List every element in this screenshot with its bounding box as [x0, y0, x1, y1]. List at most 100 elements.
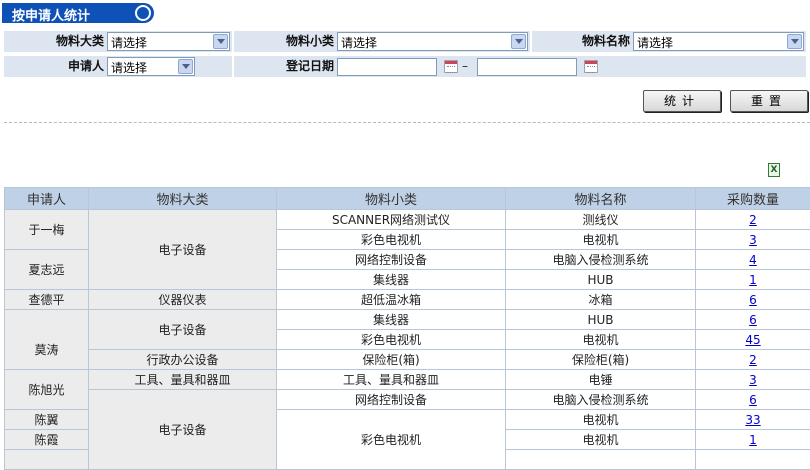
major-cell: 行政办公设备	[89, 350, 277, 370]
major-cell: 工具、量具和器皿	[89, 370, 277, 390]
major-label: 物料大类	[4, 31, 104, 52]
table-row: 陈旭光 工具、量具和器皿 工具、量具和器皿 电锤 3	[5, 370, 810, 390]
minor-cell: 彩色电视机	[277, 330, 506, 350]
major-cell: 电子设备	[89, 310, 277, 350]
chevron-down-icon[interactable]	[178, 59, 193, 74]
qty-cell: 1	[696, 270, 810, 290]
reset-button[interactable]: 重置	[730, 90, 808, 112]
chevron-down-icon[interactable]	[213, 34, 228, 49]
applicant-cell: 陈旭光	[5, 370, 89, 410]
major-cell: 电子设备	[89, 390, 277, 470]
page-title-bar: 按申请人统计	[2, 3, 154, 23]
minor-cell: 彩色电视机	[277, 230, 506, 250]
qty-link[interactable]: 4	[749, 253, 757, 267]
minor-cell: 彩色电视机	[277, 410, 506, 470]
qty-link[interactable]: 33	[745, 413, 760, 427]
table-row: 莫涛 电子设备 集线器 HUB 6	[5, 310, 810, 330]
minor-cell: 网络控制设备	[277, 250, 506, 270]
excel-export-icon[interactable]: X	[768, 163, 780, 177]
name-cell: 电脑入侵检测系统	[506, 390, 696, 410]
qty-link[interactable]: 6	[749, 393, 757, 407]
start-date-input[interactable]	[337, 58, 437, 76]
minor-cell: 工具、量具和器皿	[277, 370, 506, 390]
qty-link[interactable]: 3	[749, 373, 757, 387]
name-cell: 电视机	[506, 230, 696, 250]
table-row: 查德平 仪器仪表 超低温冰箱 冰箱 6	[5, 290, 810, 310]
qty-link[interactable]: 1	[749, 273, 757, 287]
name-cell: 测线仪	[506, 210, 696, 230]
name-cell: 电锤	[506, 370, 696, 390]
date-label: 登记日期	[234, 56, 334, 77]
applicant-cell: 于一梅	[5, 210, 89, 250]
minor-cell: SCANNER网络测试仪	[277, 210, 506, 230]
calendar-icon[interactable]	[444, 60, 458, 73]
name-cell: 冰箱	[506, 290, 696, 310]
toggle-circle-icon[interactable]	[135, 5, 151, 21]
stat-button[interactable]: 统计	[643, 90, 721, 112]
qty-cell: 4	[696, 250, 810, 270]
applicant-cell: 陈霞	[5, 430, 89, 450]
minor-select[interactable]: 请选择	[337, 32, 528, 51]
chevron-down-icon[interactable]	[787, 34, 802, 49]
name-cell	[506, 450, 696, 470]
table-row: 行政办公设备 保险柜(箱) 保险柜(箱) 2	[5, 350, 810, 370]
applicant-cell: 莫涛	[5, 310, 89, 370]
qty-cell: 2	[696, 350, 810, 370]
name-cell: 保险柜(箱)	[506, 350, 696, 370]
filter-cell-date: 登记日期 –	[234, 56, 806, 77]
qty-cell: 2	[696, 210, 810, 230]
minor-cell: 集线器	[277, 310, 506, 330]
page-title: 按申请人统计	[12, 5, 90, 24]
qty-link[interactable]: 6	[749, 293, 757, 307]
applicant-cell: 查德平	[5, 290, 89, 310]
major-cell: 电子设备	[89, 210, 277, 290]
name-cell: 电视机	[506, 330, 696, 350]
name-select[interactable]: 请选择	[633, 32, 804, 51]
stats-table: 申请人 物料大类 物料小类 物料名称 采购数量 于一梅 电子设备 SCANNER…	[4, 187, 810, 470]
qty-cell	[696, 450, 810, 470]
date-range-separator: –	[462, 59, 468, 73]
table-row: 于一梅 电子设备 SCANNER网络测试仪 测线仪 2	[5, 210, 810, 230]
qty-cell: 3	[696, 230, 810, 250]
qty-cell: 6	[696, 390, 810, 410]
minor-cell: 集线器	[277, 270, 506, 290]
calendar-icon[interactable]	[584, 60, 598, 73]
end-date-input[interactable]	[477, 58, 577, 76]
minor-cell: 超低温冰箱	[277, 290, 506, 310]
qty-link[interactable]: 2	[749, 213, 757, 227]
qty-link[interactable]: 2	[749, 353, 757, 367]
filter-panel: 物料大类 请选择 物料小类 请选择 物料名称 请选择 申请人 请选择 登记日期 …	[4, 31, 806, 81]
applicant-label: 申请人	[4, 56, 104, 77]
divider	[4, 122, 810, 123]
qty-link[interactable]: 1	[749, 433, 757, 447]
chevron-down-icon[interactable]	[511, 34, 526, 49]
filter-cell-name: 物料名称 请选择	[532, 31, 806, 52]
header-applicant: 申请人	[5, 188, 89, 210]
major-cell: 仪器仪表	[89, 290, 277, 310]
filter-cell-minor: 物料小类 请选择	[234, 31, 530, 52]
name-cell: 电视机	[506, 410, 696, 430]
header-name: 物料名称	[506, 188, 696, 210]
header-major: 物料大类	[89, 188, 277, 210]
qty-link[interactable]: 6	[749, 313, 757, 327]
qty-cell: 45	[696, 330, 810, 350]
table-row: 电子设备 网络控制设备 电脑入侵检测系统 6	[5, 390, 810, 410]
qty-cell: 3	[696, 370, 810, 390]
major-select-value: 请选择	[111, 34, 147, 51]
name-cell: 电脑入侵检测系统	[506, 250, 696, 270]
qty-cell: 6	[696, 290, 810, 310]
applicant-cell: 夏志远	[5, 250, 89, 290]
applicant-select[interactable]: 请选择	[107, 57, 195, 76]
qty-cell: 1	[696, 430, 810, 450]
qty-cell: 33	[696, 410, 810, 430]
qty-link[interactable]: 3	[749, 233, 757, 247]
applicant-select-value: 请选择	[111, 59, 147, 76]
minor-label: 物料小类	[234, 31, 334, 52]
name-label: 物料名称	[532, 31, 630, 52]
filter-cell-major: 物料大类 请选择	[4, 31, 232, 52]
major-select[interactable]: 请选择	[107, 32, 230, 51]
applicant-cell	[5, 450, 89, 470]
applicant-cell: 陈翼	[5, 410, 89, 430]
qty-link[interactable]: 45	[745, 333, 760, 347]
name-cell: HUB	[506, 310, 696, 330]
